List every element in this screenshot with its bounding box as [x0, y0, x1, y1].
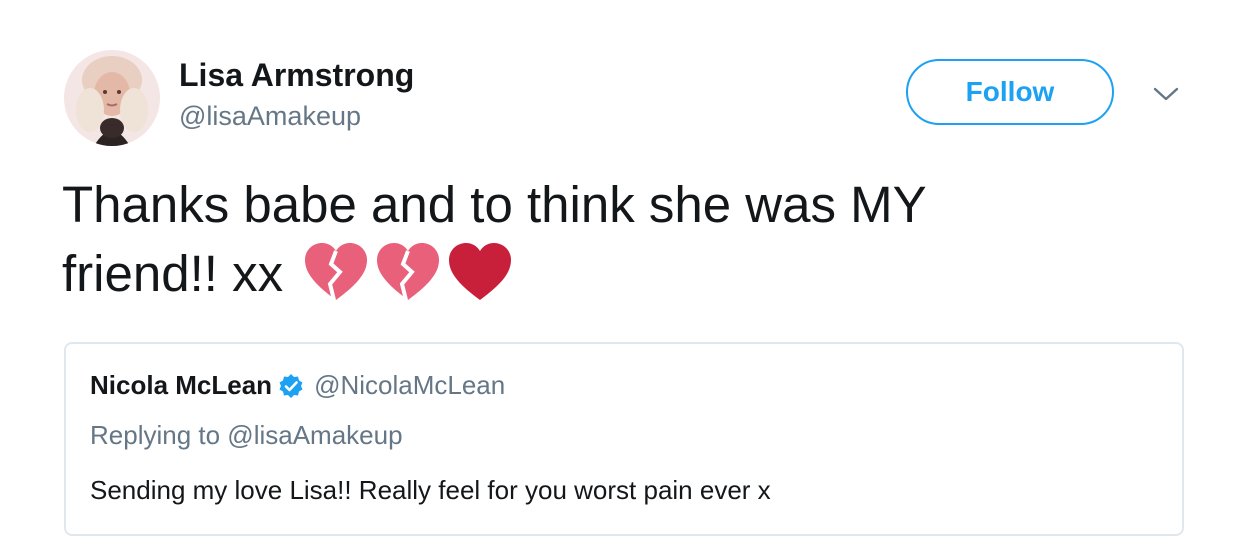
- quoted-tweet-card[interactable]: Nicola McLean @NicolaMcLean Replying to …: [64, 342, 1184, 536]
- tweet-text-line-1: Thanks babe and to think she was MY: [62, 176, 927, 233]
- quoted-author-handle[interactable]: @NicolaMcLean: [314, 370, 505, 401]
- broken-heart-icon: [377, 242, 440, 301]
- red-heart-icon: [449, 242, 512, 300]
- chevron-down-icon: [1153, 87, 1179, 101]
- tweet-text-line-2: friend!! xx: [62, 245, 284, 302]
- tweet-text: Thanks babe and to think she was MY frie…: [62, 170, 1172, 308]
- quoted-tweet-header: Nicola McLean @NicolaMcLean: [90, 370, 505, 401]
- broken-heart-icon: [305, 242, 368, 301]
- avatar-photo: [64, 50, 160, 146]
- follow-button[interactable]: Follow: [906, 59, 1114, 125]
- quoted-tweet-text: Sending my love Lisa!! Really feel for y…: [90, 475, 771, 505]
- more-options-button[interactable]: [1148, 80, 1184, 108]
- emoji-row: [303, 242, 513, 302]
- tweet-text-line-2-container: friend!! xx: [62, 239, 1172, 308]
- author-avatar[interactable]: [64, 50, 160, 146]
- author-handle[interactable]: @lisaAmakeup: [179, 99, 361, 133]
- quoted-author-name[interactable]: Nicola McLean: [90, 370, 272, 401]
- author-name[interactable]: Lisa Armstrong: [179, 56, 414, 94]
- verified-badge-icon: [278, 373, 304, 399]
- replying-to-label: Replying to @lisaAmakeup: [90, 420, 403, 450]
